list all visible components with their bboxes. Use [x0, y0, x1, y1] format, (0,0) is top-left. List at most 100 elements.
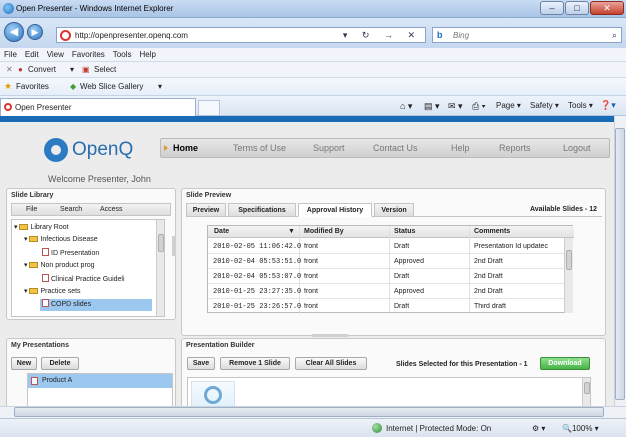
mail-icon[interactable]: ✉ ▾	[448, 101, 463, 112]
nav-reports[interactable]: Reports	[499, 143, 531, 153]
address-url[interactable]: http://openpresenter.openq.com	[75, 31, 188, 40]
search-icon[interactable]: ⌕	[612, 30, 617, 41]
tools-menu[interactable]: Tools ▾	[568, 101, 593, 110]
feeds-icon[interactable]: ▤ ▾	[424, 101, 440, 112]
presentation-builder-panel: Presentation Builder Save Remove 1 Slide…	[181, 338, 606, 406]
builder-scroll-thumb[interactable]	[584, 382, 590, 394]
slide-thumbnail[interactable]	[191, 381, 235, 406]
address-tools[interactable]: ▾ ↻ → ✕	[343, 30, 421, 41]
page-horizontal-scroll-thumb[interactable]	[14, 407, 604, 417]
menu-tools[interactable]: Tools	[109, 48, 136, 59]
tab-approval-history[interactable]: Approval History	[298, 203, 372, 217]
page-menu[interactable]: Page ▾	[496, 101, 521, 110]
nav-logout[interactable]: Logout	[563, 143, 591, 153]
table-row[interactable]: 2010-02-05 11:06:42.0 front Draft Presen…	[208, 239, 564, 254]
maximize-button[interactable]: □	[565, 1, 589, 15]
safety-menu[interactable]: Safety ▾	[530, 101, 559, 110]
table-row[interactable]: 2010-02-04 05:53:07.0 front Draft 2nd Dr…	[208, 269, 564, 284]
search-box[interactable]: b Bing ⌕	[432, 27, 622, 43]
tree-scrollbar[interactable]	[156, 220, 164, 316]
zoom-level[interactable]: 🔍100% ▾	[562, 424, 599, 433]
tree-scroll-thumb[interactable]	[158, 234, 164, 252]
list-item[interactable]: Product A	[28, 374, 172, 388]
nav-terms[interactable]: Terms of Use	[233, 143, 286, 153]
panel-resize-grip[interactable]	[312, 334, 348, 337]
cell-modified-by: front	[304, 303, 319, 310]
grid-scroll-thumb[interactable]	[566, 250, 572, 270]
builder-scrollbar[interactable]	[582, 378, 590, 406]
minimize-button[interactable]: –	[540, 1, 564, 15]
convert-dropdown-icon[interactable]: ▾	[70, 65, 74, 74]
library-tabs: File Search Access	[11, 203, 171, 216]
tree-item[interactable]: ▾ Infectious Disease	[24, 235, 98, 243]
nav-help[interactable]: Help	[451, 143, 470, 153]
web-slice-dropdown-icon[interactable]: ▾	[158, 82, 162, 91]
col-modified-by[interactable]: Modified By	[304, 228, 344, 235]
cell-comments: Third draft	[474, 303, 506, 310]
convert-button[interactable]: Convert	[28, 65, 56, 74]
tab-version[interactable]: Version	[374, 203, 414, 217]
delete-button[interactable]: Delete	[41, 357, 79, 370]
panel-splitter[interactable]	[172, 236, 176, 256]
help-icon[interactable]: ❓▾	[600, 100, 616, 111]
new-button[interactable]: New	[11, 357, 37, 370]
col-status[interactable]: Status	[394, 228, 415, 235]
col-comments[interactable]: Comments	[474, 228, 510, 235]
clear-all-slides-button[interactable]: Clear All Slides	[295, 357, 367, 370]
welcome-message: Welcome Presenter, John	[48, 174, 151, 184]
cell-comments: 2nd Draft	[474, 288, 503, 295]
protected-mode-icon[interactable]: ⚙ ▾	[532, 424, 545, 433]
tree-item[interactable]: Clinical Practice Guideli	[42, 274, 125, 283]
cell-status: Draft	[394, 243, 410, 250]
table-row[interactable]: 2010-01-25 23:26:57.0 front Draft Third …	[208, 299, 564, 314]
ie-logo-icon	[3, 3, 14, 14]
table-row[interactable]: 2010-01-25 23:27:35.0 front Approved 2nd…	[208, 284, 564, 299]
download-button[interactable]: Download	[540, 357, 590, 370]
new-tab-button[interactable]	[198, 100, 220, 116]
nav-home[interactable]: Home	[173, 143, 198, 153]
home-icon[interactable]: ⌂ ▾	[400, 101, 412, 112]
slide-preview-panel: Slide Preview Preview Specifications App…	[181, 188, 606, 337]
cell-modified-by: front	[304, 288, 319, 295]
forward-button[interactable]: ▶	[27, 24, 43, 40]
library-tab-access[interactable]: Access	[100, 206, 123, 213]
select-button[interactable]: Select	[94, 65, 116, 74]
menu-edit[interactable]: Edit	[21, 48, 43, 59]
address-bar[interactable]: http://openpresenter.openq.com ▾ ↻ → ✕	[56, 27, 426, 43]
web-slice-icon: ◆	[70, 82, 77, 91]
sort-desc-icon[interactable]: ▼	[288, 228, 295, 235]
openq-logo-icon	[44, 138, 68, 162]
slide-thumbnail-area	[187, 377, 591, 406]
tree-item-selected[interactable]: COPD slides	[40, 299, 152, 311]
tab-preview[interactable]: Preview	[186, 203, 226, 217]
presentation-icon	[31, 377, 38, 385]
print-icon[interactable]: ⎙ ▾	[472, 101, 485, 112]
tree-item[interactable]: ID Presentation	[42, 248, 99, 257]
tree-item[interactable]: ▾ Non product prog	[24, 261, 95, 269]
menu-favorites[interactable]: Favorites	[68, 48, 109, 59]
menu-view[interactable]: View	[43, 48, 68, 59]
nav-contact[interactable]: Contact Us	[373, 143, 418, 153]
page-vertical-scroll-thumb[interactable]	[615, 128, 625, 400]
favorites-button[interactable]: Favorites	[16, 82, 49, 91]
close-toolbar-icon[interactable]: ✕	[6, 65, 13, 74]
grid-scrollbar[interactable]	[564, 238, 573, 313]
browser-tab[interactable]: Open Presenter	[0, 98, 196, 116]
cell-date: 2010-02-04 05:53:07.0	[213, 273, 302, 281]
menu-file[interactable]: File	[0, 48, 21, 59]
tree-item[interactable]: ▾ Library Root	[14, 223, 69, 231]
menu-help[interactable]: Help	[135, 48, 159, 59]
tab-specifications[interactable]: Specifications	[228, 203, 296, 217]
table-row[interactable]: 2010-02-04 05:53:51.0 front Approved 2nd…	[208, 254, 564, 269]
remove-slide-button[interactable]: Remove 1 Slide	[220, 357, 290, 370]
save-button[interactable]: Save	[187, 357, 215, 370]
library-tab-file[interactable]: File	[26, 206, 37, 213]
close-button[interactable]: ✕	[590, 1, 624, 15]
tree-item[interactable]: ▾ Practice sets	[24, 287, 81, 295]
search-placeholder[interactable]: Bing	[453, 31, 469, 40]
col-date[interactable]: Date	[214, 228, 229, 235]
back-button[interactable]: ◀	[4, 22, 24, 42]
web-slice-gallery[interactable]: Web Slice Gallery	[80, 82, 143, 91]
nav-support[interactable]: Support	[313, 143, 345, 153]
library-tab-search[interactable]: Search	[60, 206, 82, 213]
